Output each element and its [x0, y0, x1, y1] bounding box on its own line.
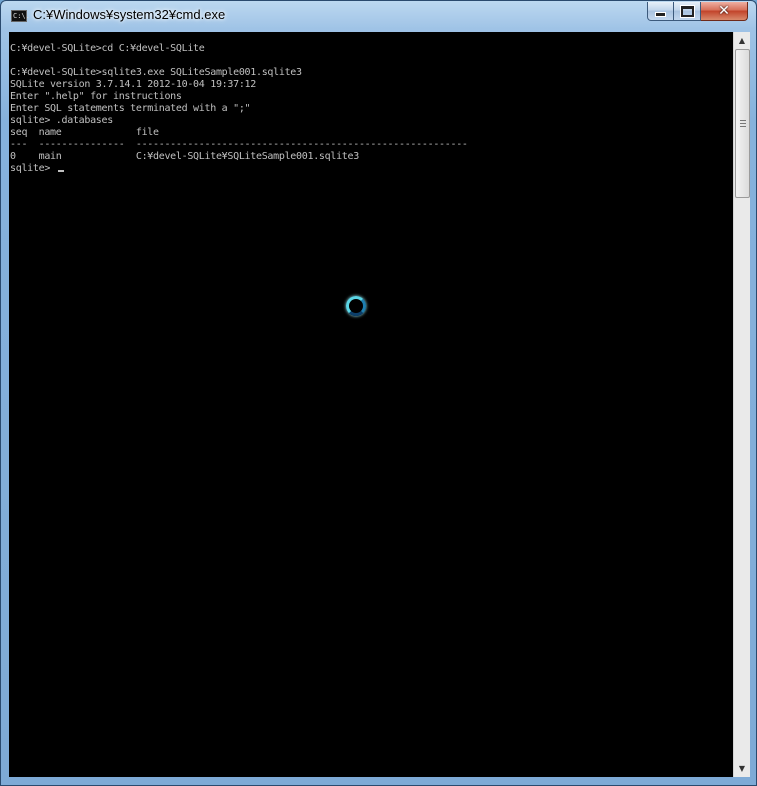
- console-app-icon[interactable]: C:\.: [11, 10, 30, 22]
- loading-spinner-icon: [346, 296, 366, 316]
- grip-icon: [739, 120, 746, 127]
- scroll-down-button[interactable]: ▼: [734, 760, 750, 777]
- console-output-area[interactable]: C:¥devel-SQLite>cd C:¥devel-SQLite C:¥de…: [9, 32, 733, 777]
- console-text: C:¥devel-SQLite>cd C:¥devel-SQLite C:¥de…: [10, 43, 468, 175]
- close-icon: ✕: [718, 3, 730, 19]
- console-line: --- --------------- --------------------…: [10, 139, 468, 150]
- close-button[interactable]: ✕: [701, 2, 748, 21]
- vertical-scrollbar[interactable]: ▲ ▼: [733, 32, 750, 777]
- window-title: C:¥Windows¥system32¥cmd.exe: [33, 7, 226, 22]
- console-line: Enter SQL statements terminated with a "…: [10, 103, 251, 114]
- console-line: C:¥devel-SQLite>cd C:¥devel-SQLite: [10, 43, 205, 54]
- maximize-button[interactable]: [674, 2, 701, 21]
- scroll-down-arrow-icon: ▼: [738, 764, 746, 773]
- prompt-text: sqlite>: [10, 163, 56, 174]
- console-line: SQLite version 3.7.14.1 2012-10-04 19:37…: [10, 79, 256, 90]
- title-bar[interactable]: C:\. C:¥Windows¥system32¥cmd.exe ✕: [1, 1, 756, 31]
- console-line: C:¥devel-SQLite>sqlite3.exe SQLiteSample…: [10, 67, 302, 78]
- scroll-thumb[interactable]: [735, 49, 750, 198]
- console-line: Enter ".help" for instructions: [10, 91, 182, 102]
- console-line: seq name file: [10, 127, 159, 138]
- minimize-button[interactable]: [647, 2, 674, 21]
- scroll-up-arrow-icon: ▲: [738, 36, 746, 45]
- maximize-icon: [680, 5, 694, 17]
- text-cursor: [57, 170, 64, 172]
- console-line: 0 main C:¥devel-SQLite¥SQLiteSample001.s…: [10, 151, 359, 162]
- minimize-icon: [655, 11, 666, 17]
- console-line: sqlite> .databases: [10, 115, 113, 126]
- scroll-up-button[interactable]: ▲: [734, 32, 750, 49]
- cmd-window: C:\. C:¥Windows¥system32¥cmd.exe ✕ C:¥de…: [0, 0, 757, 786]
